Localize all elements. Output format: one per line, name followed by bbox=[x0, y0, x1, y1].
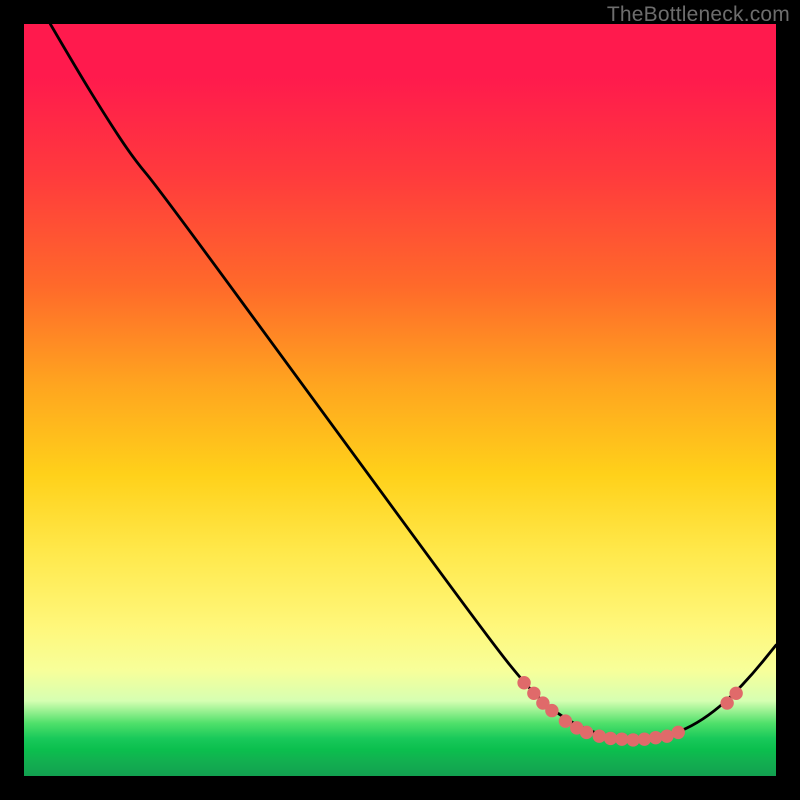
heat-gradient-background bbox=[24, 24, 776, 776]
plot-area bbox=[24, 24, 776, 776]
chart-stage: TheBottleneck.com bbox=[0, 0, 800, 800]
